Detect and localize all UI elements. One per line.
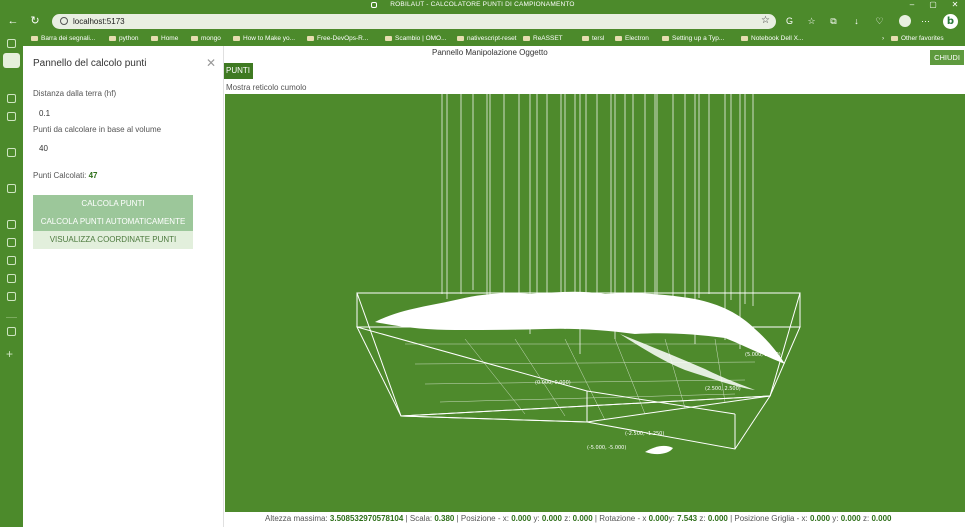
status-label: y: [668, 514, 675, 523]
downloads-icon[interactable]: ↓ [851, 16, 862, 27]
rotation-y: 7.543 [677, 514, 698, 523]
maximize-icon[interactable]: ▢ [926, 0, 940, 11]
view-coordinates-button[interactable]: VISUALIZZA COORDINATE PUNTI [33, 231, 193, 249]
calculate-auto-button[interactable]: CALCOLA PUNTI AUTOMATICAMENTE [33, 213, 193, 231]
bookmark-item[interactable]: Barra dei segnali... [31, 35, 95, 42]
address-bar[interactable]: localhost:5173 ☆ [52, 14, 776, 29]
close-panel-icon[interactable]: ✕ [206, 56, 216, 70]
favorite-star-icon[interactable]: ☆ [761, 15, 770, 26]
distance-input[interactable]: 0.1 [39, 109, 50, 118]
rotation-x: 0.000 [648, 514, 669, 523]
url-text: localhost:5173 [73, 17, 125, 26]
position-z: 0.000 [572, 514, 593, 523]
copilot-icon[interactable]: b [943, 14, 958, 29]
punti-button[interactable]: PUNTI [224, 63, 253, 79]
collections-icon[interactable]: ⧉ [828, 16, 839, 27]
bookmark-item[interactable]: Notebook Dell X... [741, 35, 803, 42]
main-panel-title: Pannello Manipolazione Oggetto [432, 48, 548, 57]
status-label: z: [699, 514, 706, 523]
points-panel: Pannello del calcolo punti ✕ Distanza da… [23, 46, 224, 527]
status-label: | Scala: [405, 514, 433, 523]
tab-actions-icon[interactable] [7, 39, 16, 48]
sidebar-divider [6, 317, 17, 318]
sidebar-app-icon[interactable] [7, 274, 16, 283]
grid-position-z: 0.000 [871, 514, 892, 523]
bookmark-item[interactable]: nativescript-reset [457, 35, 517, 42]
extension-icon[interactable]: G [784, 16, 795, 27]
add-icon[interactable]: + [6, 347, 13, 361]
favorites-icon[interactable]: ☆ [806, 16, 817, 27]
close-window-icon[interactable]: ✕ [948, 0, 962, 11]
sidebar-app-icon[interactable] [7, 220, 16, 229]
browser-toolbar: ← ↻ localhost:5173 ☆ G ☆ ⧉ ↓ ♡ ⋯ b [0, 11, 965, 32]
position-y: 0.000 [541, 514, 562, 523]
status-label: y: [832, 514, 839, 523]
status-label: | Rotazione - x [594, 514, 647, 523]
vertical-tab-icon[interactable] [3, 53, 20, 68]
rotation-z: 0.000 [707, 514, 728, 523]
sidebar-app-icon[interactable] [7, 94, 16, 103]
bookmark-item[interactable]: How to Make yo... [233, 35, 295, 42]
calculate-points-button[interactable]: CALCOLA PUNTI [33, 195, 193, 213]
back-arrow-icon[interactable]: ← [6, 15, 20, 28]
refresh-icon[interactable]: ↻ [28, 15, 42, 28]
info-icon[interactable] [60, 17, 68, 25]
sidebar-app-icon[interactable] [7, 327, 16, 336]
window-title: ROBILAUT - CALCOLATORE PUNTI DI CAMPIONA… [390, 1, 575, 8]
grid-label: (5.000, 5.000) [745, 352, 781, 358]
sidebar-app-icon[interactable] [7, 292, 16, 301]
sidebar-app-icon[interactable] [7, 148, 16, 157]
bookmarks-bar: Barra dei segnali... python Home mongo H… [23, 32, 965, 46]
bookmark-item[interactable]: Setting up a Typ... [662, 35, 724, 42]
calculated-points: Punti Calcolati: 47 [33, 171, 98, 180]
points-label: Punti da calcolare in base al volume [33, 125, 162, 134]
bookmark-item[interactable]: mongo [191, 35, 221, 42]
grid-label: (0.000, 0.000) [535, 380, 571, 386]
status-label: Altezza massima: [265, 514, 328, 523]
profile-avatar[interactable] [899, 15, 911, 27]
status-bar: Altezza massima: 3.508532970578104 | Sca… [225, 512, 965, 527]
minimize-icon[interactable]: – [905, 0, 919, 11]
bookmark-item[interactable]: python [109, 35, 139, 42]
sidebar-app-icon[interactable] [7, 238, 16, 247]
grid-position-x: 0.000 [810, 514, 831, 523]
show-grid-toggle[interactable]: Mostra reticolo cumolo [226, 83, 306, 92]
terrain-surface [375, 291, 785, 455]
bookmark-item[interactable]: Home [151, 35, 178, 42]
status-label: y: [533, 514, 540, 523]
bookmark-item[interactable]: ReASSET [523, 35, 563, 42]
chiudi-button[interactable]: CHIUDI [930, 50, 964, 65]
status-label: | Posizione - x: [456, 514, 509, 523]
browser-essentials-icon[interactable]: ♡ [874, 16, 885, 27]
chevron-right-icon[interactable]: › [882, 35, 884, 42]
page: Pannello del calcolo punti ✕ Distanza da… [23, 46, 965, 527]
grid-label: (2.500, 2.500) [705, 386, 741, 392]
3d-viewport[interactable]: (-5.000, -5.000) (-2.500, -1.250) (0.000… [225, 94, 965, 512]
sidebar-app-icon[interactable] [7, 256, 16, 265]
bookmark-item[interactable]: Scambio | OMO... [385, 35, 447, 42]
points-input[interactable]: 40 [39, 144, 48, 153]
browser-sidebar: + [0, 32, 23, 527]
grid-label: (-5.000, -5.000) [587, 445, 626, 451]
bookmark-item[interactable]: Electron [615, 35, 649, 42]
grid-position-y: 0.000 [840, 514, 861, 523]
max-height-value: 3.508532970578104 [329, 514, 404, 523]
status-label: z: [564, 514, 571, 523]
panel-title: Pannello del calcolo punti [33, 58, 147, 69]
bookmark-item[interactable]: tersl [582, 35, 604, 42]
distance-label: Distanza dalla terra (hf) [33, 89, 117, 98]
scene-svg: (-5.000, -5.000) (-2.500, -1.250) (0.000… [356, 94, 801, 455]
sidebar-app-icon[interactable] [7, 184, 16, 193]
other-favorites[interactable]: Other favorites [891, 35, 944, 42]
more-menu-icon[interactable]: ⋯ [920, 16, 931, 27]
window-titlebar: ROBILAUT - CALCOLATORE PUNTI DI CAMPIONA… [0, 0, 965, 11]
status-label: | Posizione Griglia - x: [730, 514, 808, 523]
status-label: z: [863, 514, 870, 523]
bookmark-item[interactable]: Free-DevOps-R... [307, 35, 368, 42]
sidebar-app-icon[interactable] [7, 112, 16, 121]
position-x: 0.000 [511, 514, 532, 523]
ground-grid [405, 338, 765, 421]
grid-label: (-2.500, -1.250) [625, 431, 664, 437]
scale-value: 0.380 [434, 514, 455, 523]
